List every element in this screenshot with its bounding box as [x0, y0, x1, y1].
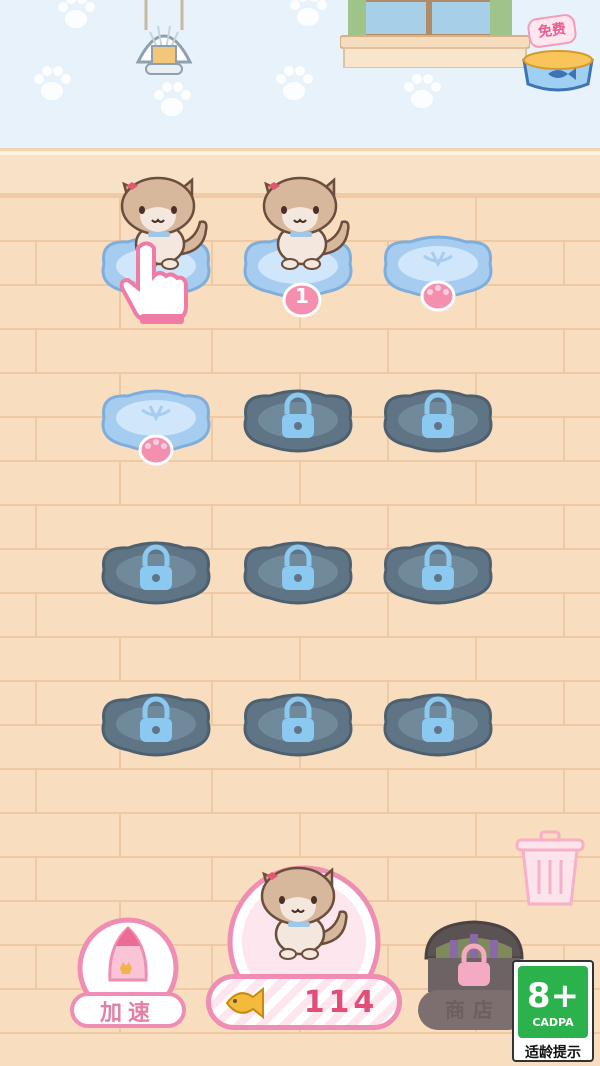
locked-bed [243, 693, 353, 757]
age-rating: 8+ [526, 976, 580, 1016]
age-rating-badge: 8+ CADPA 适龄提示 [512, 960, 594, 1062]
paw-icon [138, 434, 174, 466]
locked-slot[interactable] [98, 688, 214, 768]
locked-bed [383, 541, 493, 605]
rating-org: CADPA [532, 1016, 574, 1029]
locked-slot[interactable] [240, 536, 356, 616]
boost-label: 加速 [70, 992, 186, 1028]
locked-slot[interactable] [240, 384, 356, 464]
game-screen: 免费 1 加速 114 商店 8+ CADPA 适龄提示 [0, 0, 600, 1066]
locked-bed [101, 541, 211, 605]
free-fish-button[interactable]: 免费 [518, 12, 598, 92]
locked-bed [243, 541, 353, 605]
fish-icon [225, 986, 264, 1020]
paw-icon [154, 82, 191, 116]
paw-icon [276, 66, 313, 100]
level-number: 1 [295, 284, 309, 308]
cat-bed [101, 389, 211, 466]
locked-bed [383, 693, 493, 757]
locked-slot[interactable] [240, 688, 356, 768]
fish-price-bar[interactable]: 114 [206, 974, 402, 1030]
cat-sitting [262, 176, 350, 270]
level-badge: 1 [280, 278, 324, 318]
paw-icon [34, 66, 71, 100]
empty-bed-slot[interactable] [98, 384, 214, 466]
trash-can-icon[interactable] [515, 830, 585, 908]
locked-slot[interactable] [380, 688, 496, 768]
paw-icon [404, 74, 441, 108]
shell-decoration [135, 0, 193, 75]
locked-slot[interactable] [98, 536, 214, 616]
age-tip: 适龄提示 [525, 1045, 581, 1061]
paw-icon [58, 0, 95, 28]
fish-count: 114 [303, 985, 379, 1020]
empty-bed-slot[interactable] [380, 230, 496, 312]
locked-slot[interactable] [380, 536, 496, 616]
locked-bed [101, 693, 211, 757]
paw-icon [420, 280, 456, 312]
locked-bed [243, 389, 353, 453]
boost-button[interactable]: 加速 [70, 916, 190, 1036]
locked-bed [383, 389, 493, 453]
window [340, 0, 530, 68]
cat-sitting [120, 176, 208, 270]
paw-icon [290, 0, 327, 26]
locked-slot[interactable] [380, 384, 496, 464]
age-rating-box: 8+ CADPA [518, 966, 588, 1038]
cat-bed [383, 235, 493, 312]
